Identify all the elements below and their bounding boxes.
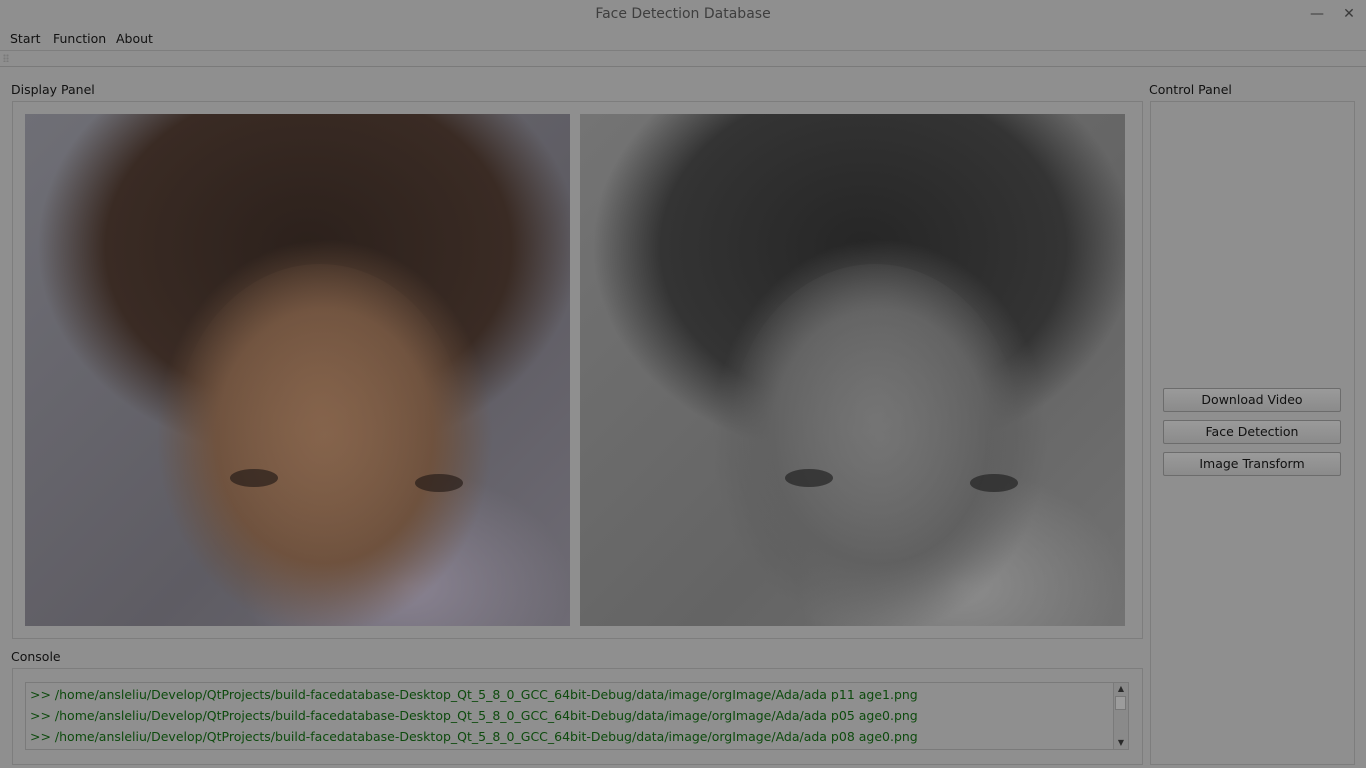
scroll-up-icon[interactable]: ▲ — [1114, 683, 1128, 695]
toolbar — [0, 51, 1366, 67]
left-eye — [785, 469, 833, 487]
display-panel-label: Display Panel — [11, 82, 95, 97]
menu-function[interactable]: Function — [53, 28, 106, 50]
menu-about[interactable]: About — [116, 28, 153, 50]
scroll-down-icon[interactable]: ▼ — [1114, 737, 1128, 749]
minimize-button[interactable]: — — [1306, 4, 1328, 24]
console-label: Console — [11, 649, 61, 664]
right-eye — [415, 474, 463, 492]
face-region — [175, 264, 465, 604]
console-line: >> /home/ansleliu/Develop/QtProjects/bui… — [30, 708, 918, 723]
scroll-thumb[interactable] — [1115, 696, 1126, 710]
console-output[interactable]: >> /home/ansleliu/Develop/QtProjects/bui… — [25, 682, 1129, 750]
console-line: >> /home/ansleliu/Develop/QtProjects/bui… — [30, 687, 918, 702]
face-region — [730, 264, 1020, 604]
toolbar-grip-handle[interactable] — [3, 54, 9, 62]
title-bar: Face Detection Database — ✕ — [0, 0, 1366, 28]
console-line: >> /home/ansleliu/Develop/QtProjects/bui… — [30, 729, 918, 744]
image-transform-button[interactable]: Image Transform — [1163, 452, 1341, 476]
close-button[interactable]: ✕ — [1338, 4, 1360, 24]
right-eye — [970, 474, 1018, 492]
download-video-button[interactable]: Download Video — [1163, 388, 1341, 412]
menu-start[interactable]: Start — [10, 28, 41, 50]
control-panel-label: Control Panel — [1149, 82, 1232, 97]
face-detection-button[interactable]: Face Detection — [1163, 420, 1341, 444]
console-scrollbar[interactable]: ▲ ▼ — [1113, 683, 1128, 749]
window-title: Face Detection Database — [595, 6, 771, 22]
menu-bar: Start Function About — [0, 28, 1366, 51]
original-color-image — [25, 114, 570, 626]
left-eye — [230, 469, 278, 487]
grayscale-transformed-image — [580, 114, 1125, 626]
